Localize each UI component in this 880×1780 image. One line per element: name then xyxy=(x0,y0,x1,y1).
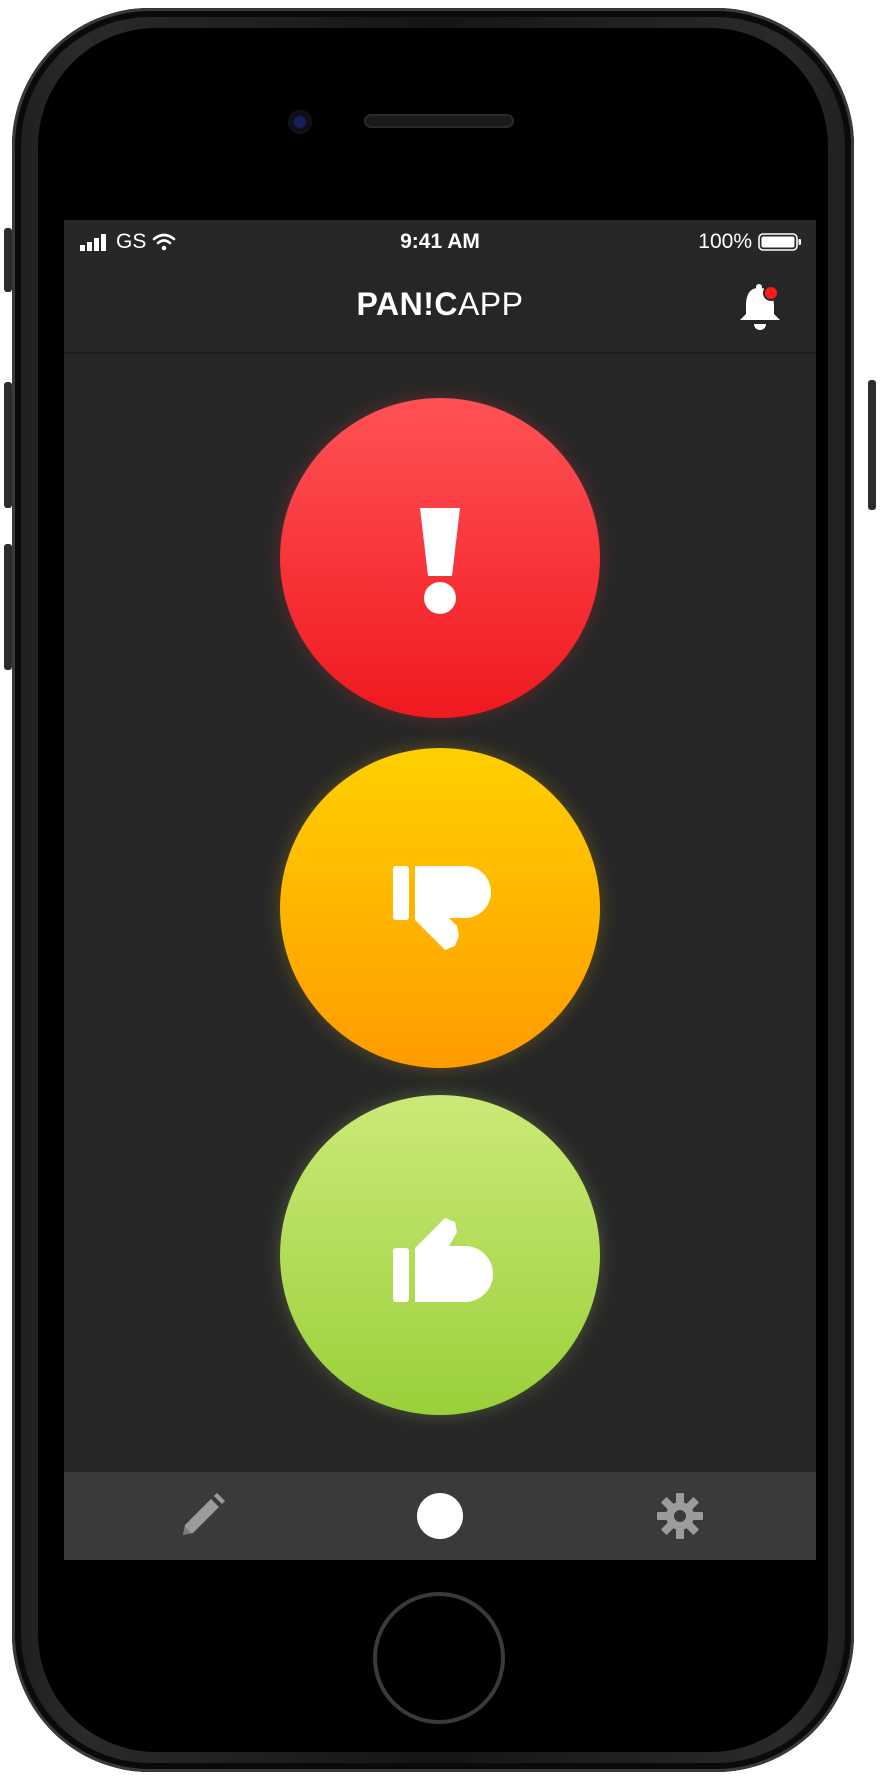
thumbs-down-icon xyxy=(393,866,491,950)
panic-button[interactable] xyxy=(280,398,600,718)
app-logo: PAN!CAPP xyxy=(64,286,816,323)
tab-edit[interactable] xyxy=(172,1486,232,1546)
navigation-bar: PAN!CAPP xyxy=(64,260,816,352)
front-camera xyxy=(288,110,312,134)
battery-icon xyxy=(758,233,801,251)
status-right: 100% xyxy=(698,230,802,254)
tab-bar xyxy=(64,1472,816,1560)
exclamation-icon xyxy=(420,508,460,614)
thumbs-up-button[interactable] xyxy=(280,1095,600,1415)
tab-home[interactable] xyxy=(410,1486,470,1546)
volume-up-button xyxy=(4,382,12,508)
notifications-button[interactable] xyxy=(734,282,786,334)
logo-bold-text: PAN!C xyxy=(356,286,458,322)
earpiece-speaker xyxy=(364,114,514,128)
status-bar: GS 9:41 AM 100% xyxy=(64,220,816,260)
logo-light-text: APP xyxy=(457,286,524,322)
power-button xyxy=(868,380,876,510)
bell-icon xyxy=(740,284,780,330)
app-screen: GS 9:41 AM 100% PAN!CAPP xyxy=(64,220,816,1560)
notification-badge xyxy=(763,285,779,301)
gear-icon xyxy=(657,1493,703,1539)
pencil-icon xyxy=(183,1493,225,1535)
home-button[interactable] xyxy=(373,1592,505,1724)
home-dot-icon xyxy=(417,1493,463,1539)
thumbs-down-button[interactable] xyxy=(280,748,600,1068)
tab-settings[interactable] xyxy=(650,1486,710,1546)
header-divider xyxy=(64,352,816,354)
mute-switch xyxy=(4,228,12,292)
thumbs-up-icon xyxy=(393,1218,493,1302)
volume-down-button xyxy=(4,544,12,670)
battery-percentage: 100% xyxy=(698,230,752,253)
